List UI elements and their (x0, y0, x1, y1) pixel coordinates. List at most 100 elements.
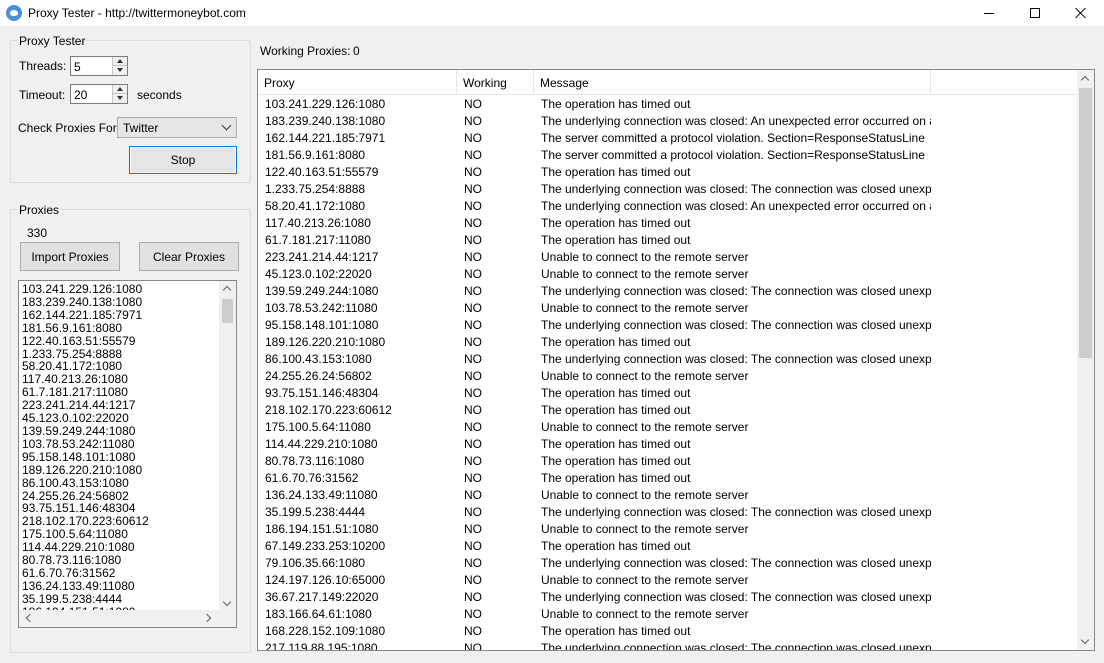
cell-message: The operation has timed out (541, 216, 691, 230)
table-row[interactable]: 1.233.75.254:8888 NO The underlying connec… (258, 181, 1078, 198)
working-proxies-label: Working Proxies: (260, 44, 351, 58)
table-row[interactable]: 223.241.214.44:1217 NO Unable to connect t… (258, 249, 1078, 266)
cell-working: NO (464, 318, 482, 332)
proxy-list-vscrollbar[interactable] (219, 281, 236, 611)
scroll-up-icon[interactable] (222, 285, 232, 295)
column-header-message[interactable]: Message (534, 70, 931, 95)
proxy-list-lines: 103.241.229.126:1080 183.239.240.138:1080… (22, 283, 149, 619)
table-row[interactable]: 103.78.53.242:11080 NO Unable to connect t… (258, 300, 1078, 317)
table-row[interactable]: 217.119.88.195:1080 NO The underlying conn… (258, 640, 1078, 650)
table-row[interactable]: 67.149.233.253:10200 NO The operation has … (258, 538, 1078, 555)
cell-message: The operation has timed out (541, 233, 691, 247)
threads-up-icon[interactable] (113, 57, 127, 66)
table-row[interactable]: 122.40.163.51:55579 NO The operation has t… (258, 164, 1078, 181)
minimize-button[interactable] (966, 0, 1012, 26)
timeout-down-icon[interactable] (113, 94, 127, 103)
working-proxies-count: 0 (353, 44, 360, 58)
window-title: Proxy Tester - http://twittermoneybot.co… (28, 6, 246, 20)
results-vscrollbar[interactable] (1077, 70, 1094, 650)
table-row[interactable]: 162.144.221.185:7971 NO The server committ… (258, 130, 1078, 147)
results-grid[interactable]: Proxy Working Message 103.241.229.126:10… (257, 69, 1095, 651)
proxy-list-hscrollbar[interactable] (19, 610, 236, 627)
scroll-right-icon[interactable] (202, 613, 212, 623)
cell-working: NO (464, 607, 482, 621)
proxy-list-textbox[interactable]: 103.241.229.126:1080 183.239.240.138:1080… (18, 280, 237, 628)
check-proxies-for-select[interactable]: Twitter (117, 117, 237, 138)
table-row[interactable]: 24.255.26.24:56802 NO Unable to connect to… (258, 368, 1078, 385)
cell-working: NO (464, 301, 482, 315)
cell-proxy: 186.194.151.51:1080 (265, 522, 379, 536)
cell-message: The operation has timed out (541, 437, 691, 451)
timeout-up-icon[interactable] (113, 85, 127, 94)
table-row[interactable]: 79.106.35.66:1080 NO The underlying connec… (258, 555, 1078, 572)
cell-proxy: 183.166.64.61:1080 (265, 607, 372, 621)
table-row[interactable]: 181.56.9.161:8080 NO The server committed … (258, 147, 1078, 164)
threads-stepper[interactable]: 5 (70, 56, 128, 76)
close-button[interactable] (1058, 0, 1104, 26)
cell-working: NO (464, 369, 482, 383)
table-row[interactable]: 103.241.229.126:1080 NO The operation has … (258, 96, 1078, 113)
column-header-working[interactable]: Working (457, 70, 534, 95)
cell-proxy: 1.233.75.254:8888 (265, 182, 366, 196)
table-row[interactable]: 58.20.41.172:1080 NO The underlying connec… (258, 198, 1078, 215)
cell-working: NO (464, 386, 482, 400)
cell-message: The operation has timed out (541, 403, 691, 417)
clear-proxies-button[interactable]: Clear Proxies (139, 242, 239, 271)
proxy-list-line: 181.56.9.161:8080 (22, 320, 123, 335)
cell-working: NO (464, 352, 482, 366)
proxy-count: 330 (27, 226, 48, 240)
proxy-list-line: 103.78.53.242:11080 (22, 436, 135, 451)
timeout-spinner (112, 85, 127, 103)
stop-button[interactable]: Stop (129, 146, 237, 174)
table-row[interactable]: 124.197.126.10:65000 NO Unable to connect … (258, 572, 1078, 589)
cell-proxy: 58.20.41.172:1080 (265, 199, 366, 213)
table-row[interactable]: 86.100.43.153:1080 NO The underlying conne… (258, 351, 1078, 368)
table-row[interactable]: 95.158.148.101:1080 NO The underlying conn… (258, 317, 1078, 334)
scroll-up-icon[interactable] (1080, 75, 1090, 85)
import-proxies-button[interactable]: Import Proxies (20, 242, 120, 271)
threads-down-icon[interactable] (113, 66, 127, 75)
title-bar: Proxy Tester - http://twittermoneybot.co… (0, 0, 1104, 26)
proxy-list-line: 95.158.148.101:1080 (22, 449, 136, 464)
cell-working: NO (464, 335, 482, 349)
cell-message: The operation has timed out (541, 165, 691, 179)
table-row[interactable]: 93.75.151.146:48304 NO The operation has t… (258, 385, 1078, 402)
proxy-list-vscroll-thumb[interactable] (222, 299, 233, 323)
cell-working: NO (464, 199, 482, 213)
table-row[interactable]: 61.7.181.217:11080 NO The operation has ti… (258, 232, 1078, 249)
cell-working: NO (464, 590, 482, 604)
cell-proxy: 67.149.233.253:10200 (265, 539, 386, 553)
results-vscroll-thumb[interactable] (1079, 88, 1092, 358)
scroll-down-icon[interactable] (222, 597, 232, 607)
cell-working: NO (464, 182, 482, 196)
table-row[interactable]: 186.194.151.51:1080 NO Unable to connect t… (258, 521, 1078, 538)
cell-message: Unable to connect to the remote server (541, 250, 749, 264)
table-row[interactable]: 136.24.133.49:11080 NO Unable to connect t… (258, 487, 1078, 504)
maximize-button[interactable] (1012, 0, 1058, 26)
cell-working: NO (464, 488, 482, 502)
timeout-stepper[interactable]: 20 (70, 84, 128, 104)
table-row[interactable]: 183.166.64.61:1080 NO Unable to connect to… (258, 606, 1078, 623)
table-row[interactable]: 114.44.229.210:1080 NO The operation has t… (258, 436, 1078, 453)
table-row[interactable]: 175.100.5.64:11080 NO Unable to connect to… (258, 419, 1078, 436)
table-row[interactable]: 117.40.213.26:1080 NO The operation has ti… (258, 215, 1078, 232)
cell-working: NO (464, 165, 482, 179)
grid-body: 103.241.229.126:1080 NO The operation has … (258, 96, 1078, 650)
table-row[interactable]: 80.78.73.116:1080 NO The operation has tim… (258, 453, 1078, 470)
table-row[interactable]: 168.228.152.109:1080 NO The operation has … (258, 623, 1078, 640)
cell-proxy: 61.6.70.76:31562 (265, 471, 359, 485)
cell-working: NO (464, 114, 482, 128)
table-row[interactable]: 183.239.240.138:1080 NO The underlying con… (258, 113, 1078, 130)
table-row[interactable]: 61.6.70.76:31562 NO The operation has time… (258, 470, 1078, 487)
column-header-proxy[interactable]: Proxy (258, 70, 457, 95)
table-row[interactable]: 189.126.220.210:1080 NO The operation has … (258, 334, 1078, 351)
table-row[interactable]: 36.67.217.149:22020 NO The underlying conn… (258, 589, 1078, 606)
scroll-left-icon[interactable] (25, 613, 35, 623)
table-row[interactable]: 218.102.170.223:60612 NO The operation has… (258, 402, 1078, 419)
scroll-down-icon[interactable] (1080, 635, 1090, 645)
table-row[interactable]: 45.123.0.102:22020 NO Unable to connect to… (258, 266, 1078, 283)
proxy-list-line: 35.199.5.238:4444 (22, 591, 123, 606)
cell-proxy: 175.100.5.64:11080 (265, 420, 371, 434)
table-row[interactable]: 139.59.249.244:1080 NO The underlying conn… (258, 283, 1078, 300)
table-row[interactable]: 35.199.5.238:4444 NO The underlying connec… (258, 504, 1078, 521)
